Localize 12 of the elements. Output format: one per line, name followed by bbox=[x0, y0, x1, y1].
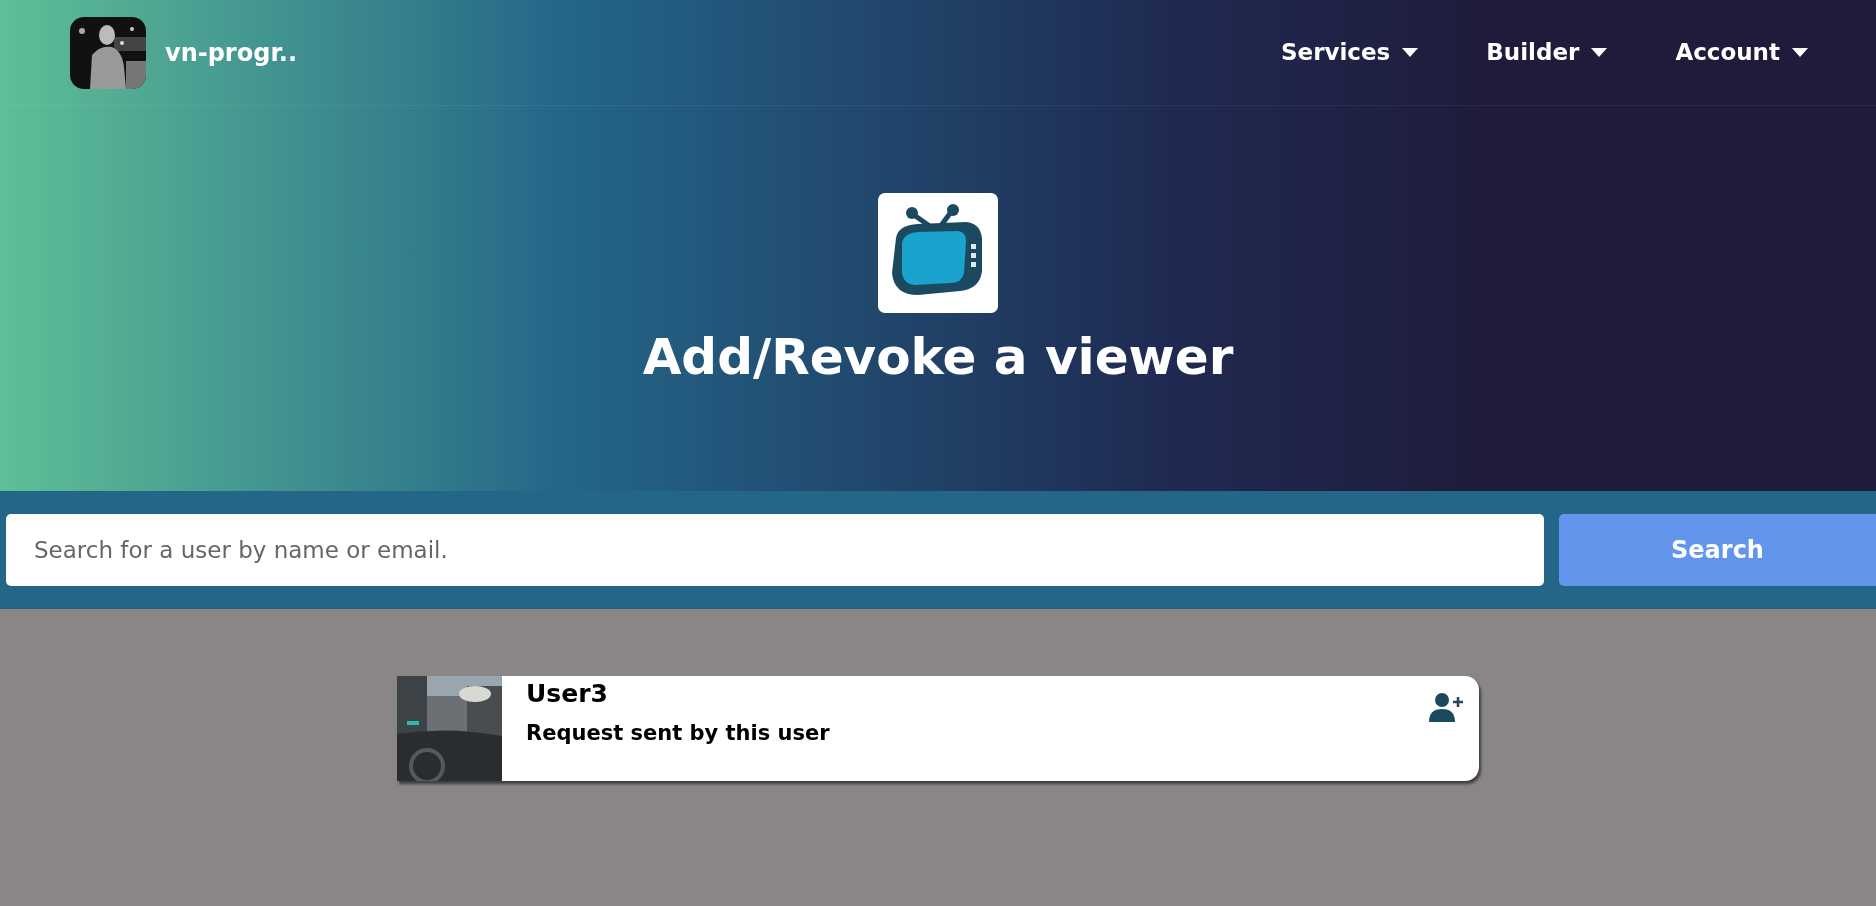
tv-icon bbox=[878, 193, 998, 313]
add-user-icon[interactable] bbox=[1429, 692, 1463, 722]
search-field[interactable]: Search for a user by name or email. bbox=[6, 514, 1544, 586]
nav-menu[interactable]: Services bbox=[1281, 35, 1419, 70]
caret-icon bbox=[1591, 48, 1608, 57]
user-name: User3 bbox=[526, 680, 609, 708]
nav-menu[interactable]: Account bbox=[1675, 35, 1808, 70]
caret-icon bbox=[1402, 48, 1419, 57]
request-status: Request sent by this user bbox=[526, 719, 830, 747]
page-title: Add/Revoke a viewer bbox=[642, 327, 1234, 387]
caret-icon bbox=[1792, 48, 1808, 57]
nav-menu[interactable]: Builder bbox=[1486, 35, 1608, 70]
